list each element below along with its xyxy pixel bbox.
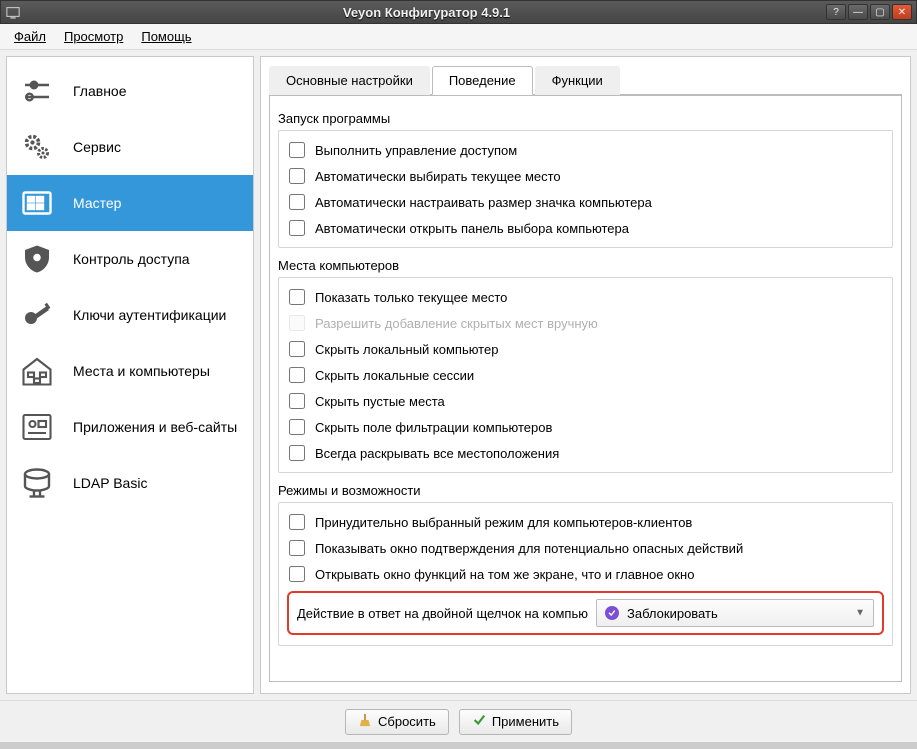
menu-file[interactable]: Файл — [6, 26, 54, 47]
chk-show-confirmation[interactable]: Показывать окно подтверждения для потенц… — [287, 535, 884, 561]
app-icon — [5, 4, 21, 20]
chk-feature-on-same-screen[interactable]: Открывать окно функций на том же экране,… — [287, 561, 884, 587]
chk-auto-open-select-panel[interactable]: Автоматически открыть панель выбора комп… — [287, 215, 884, 241]
sidebar-item-auth-keys[interactable]: Ключи аутентификации — [7, 287, 253, 343]
titlebar: Veyon Конфигуратор 4.9.1 ? — ▢ ✕ — [0, 0, 917, 24]
tab-bar: Основные настройки Поведение Функции — [269, 66, 902, 96]
sidebar-item-label: Ключи аутентификации — [73, 307, 226, 323]
sliders-icon — [17, 71, 57, 111]
menubar: Файл Просмотр Помощь — [0, 24, 917, 50]
chk-always-expand-locations[interactable]: Всегда раскрывать все местоположения — [287, 440, 884, 466]
chk-enforce-mode[interactable]: Принудительно выбранный режим для компью… — [287, 509, 884, 535]
sidebar-item-label: Главное — [73, 83, 127, 99]
house-computers-icon — [17, 351, 57, 391]
chk-allow-hidden-locations: Разрешить добавление скрытых мест вручну… — [287, 310, 884, 336]
group-title-startup: Запуск программы — [278, 111, 893, 126]
shield-icon — [17, 239, 57, 279]
tab-features[interactable]: Функции — [535, 66, 620, 95]
maximize-button[interactable]: ▢ — [870, 4, 890, 20]
sidebar-item-general[interactable]: Главное — [7, 63, 253, 119]
broom-icon — [358, 713, 372, 730]
sidebar-item-label: LDAP Basic — [73, 475, 147, 491]
combo-value: Заблокировать — [627, 606, 718, 621]
sidebar-item-locations[interactable]: Места и компьютеры — [7, 343, 253, 399]
minimize-button[interactable]: — — [848, 4, 868, 20]
help-button[interactable]: ? — [826, 4, 846, 20]
sidebar-item-label: Сервис — [73, 139, 121, 155]
window-title: Veyon Конфигуратор 4.9.1 — [27, 5, 826, 20]
sidebar-item-label: Приложения и веб-сайты — [73, 419, 237, 435]
menu-view[interactable]: Просмотр — [56, 26, 131, 47]
apps-icon — [17, 407, 57, 447]
sidebar-item-label: Места и компьютеры — [73, 363, 210, 379]
grid-icon — [17, 183, 57, 223]
chevron-down-icon: ▼ — [855, 608, 865, 619]
main-panel: Основные настройки Поведение Функции Зап… — [260, 56, 911, 694]
chk-auto-select-location[interactable]: Автоматически выбирать текущее место — [287, 163, 884, 189]
sidebar-item-access-control[interactable]: Контроль доступа — [7, 231, 253, 287]
tab-body: Запуск программы Выполнить управление до… — [269, 94, 902, 682]
reset-button[interactable]: Сбросить — [345, 709, 449, 735]
apply-button[interactable]: Применить — [459, 709, 572, 735]
sidebar-item-label: Контроль доступа — [73, 251, 190, 267]
double-click-action-combo[interactable]: Заблокировать ▼ — [596, 599, 874, 627]
tab-general-settings[interactable]: Основные настройки — [269, 66, 430, 95]
chk-hide-empty-locations[interactable]: Скрыть пустые места — [287, 388, 884, 414]
close-button[interactable]: ✕ — [892, 4, 912, 20]
sidebar: Главное Сервис Мастер Контроль доступа К… — [6, 56, 254, 694]
menu-help[interactable]: Помощь — [133, 26, 199, 47]
chk-hide-filter-field[interactable]: Скрыть поле фильтрации компьютеров — [287, 414, 884, 440]
chk-hide-local-sessions[interactable]: Скрыть локальные сессии — [287, 362, 884, 388]
sidebar-item-apps-websites[interactable]: Приложения и веб-сайты — [7, 399, 253, 455]
footer: Сбросить Применить — [0, 700, 917, 742]
chk-hide-local-computer[interactable]: Скрыть локальный компьютер — [287, 336, 884, 362]
sidebar-item-master[interactable]: Мастер — [7, 175, 253, 231]
group-title-modes: Режимы и возможности — [278, 483, 893, 498]
sidebar-item-ldap[interactable]: LDAP Basic — [7, 455, 253, 511]
chk-perform-access-control[interactable]: Выполнить управление доступом — [287, 137, 884, 163]
chk-auto-adjust-icon-size[interactable]: Автоматически настраивать размер значка … — [287, 189, 884, 215]
check-icon — [472, 713, 486, 730]
tab-behaviour[interactable]: Поведение — [432, 66, 533, 95]
sidebar-item-label: Мастер — [73, 195, 121, 211]
group-title-locations: Места компьютеров — [278, 258, 893, 273]
group-modes: Принудительно выбранный режим для компью… — [278, 502, 893, 646]
double-click-action-row: Действие в ответ на двойной щелчок на ко… — [287, 591, 884, 635]
group-startup: Выполнить управление доступом Автоматиче… — [278, 130, 893, 248]
sidebar-item-service[interactable]: Сервис — [7, 119, 253, 175]
gears-icon — [17, 127, 57, 167]
database-icon — [17, 463, 57, 503]
chk-show-current-location[interactable]: Показать только текущее место — [287, 284, 884, 310]
group-locations: Показать только текущее место Разрешить … — [278, 277, 893, 473]
key-icon — [17, 295, 57, 335]
double-click-action-label: Действие в ответ на двойной щелчок на ко… — [297, 606, 588, 621]
lock-icon — [605, 606, 619, 620]
